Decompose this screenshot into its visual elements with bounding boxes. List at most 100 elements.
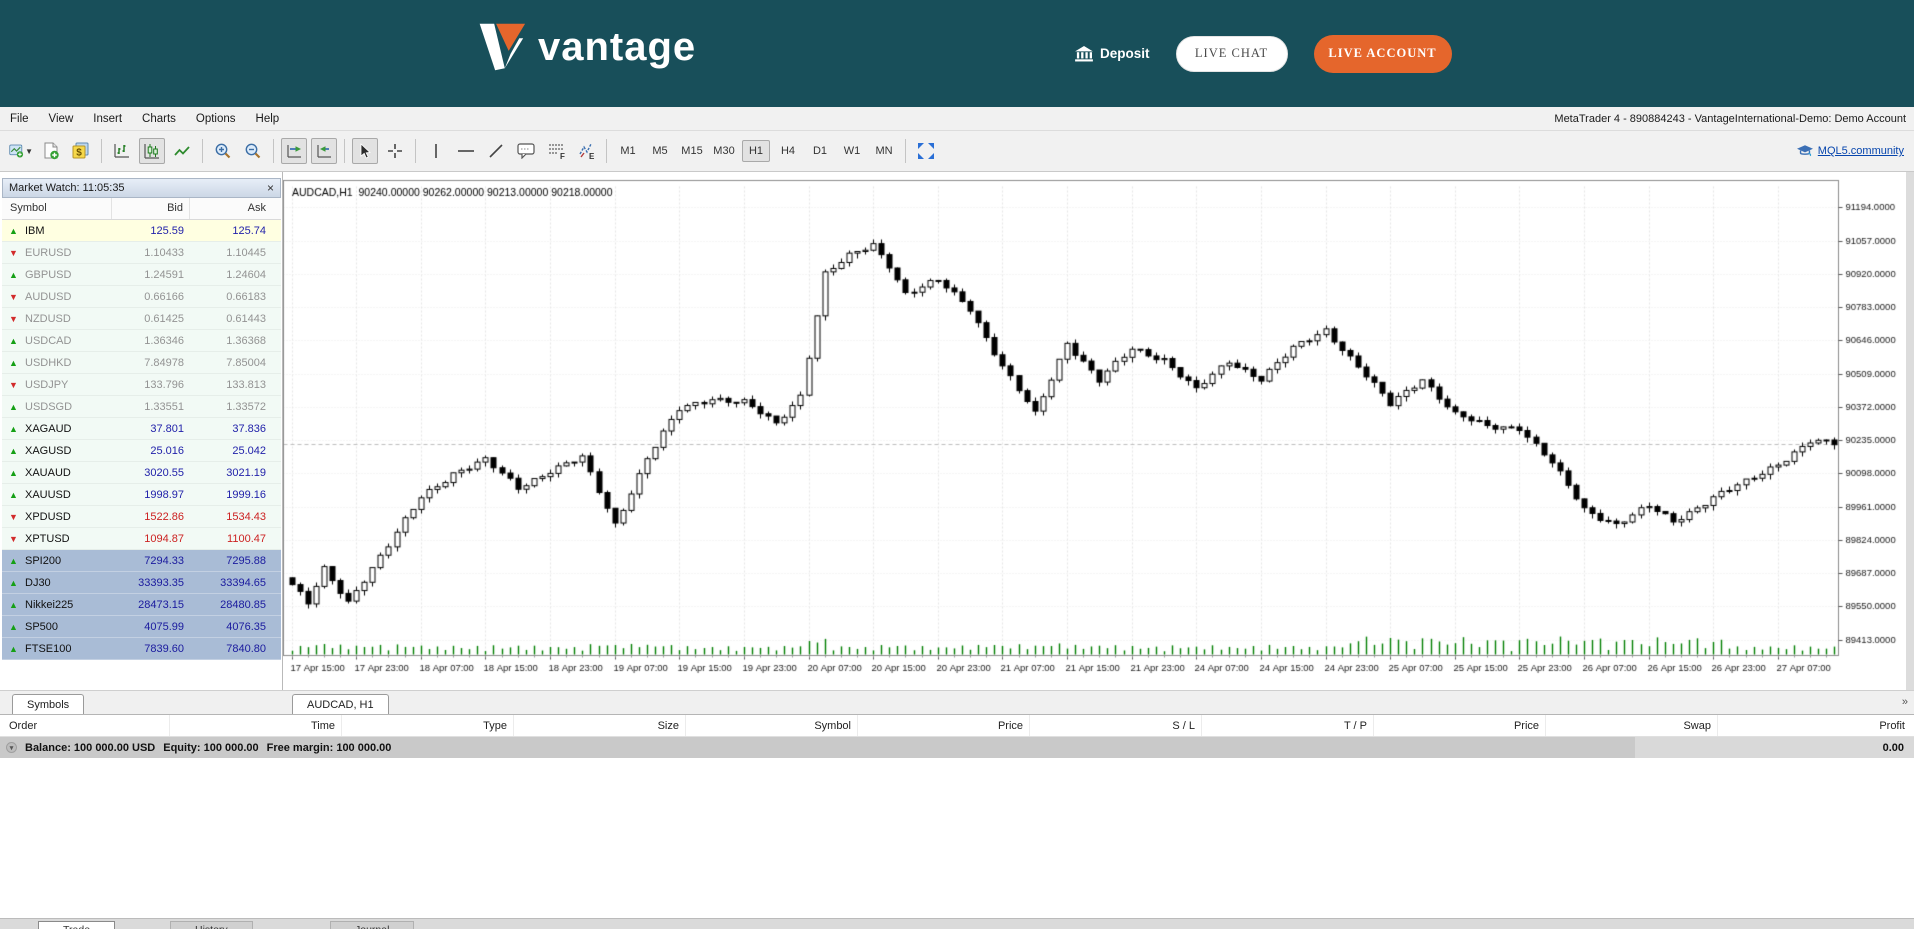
market-watch-icon[interactable]: $ (68, 138, 94, 164)
bid-value: 1.33551 (112, 401, 190, 413)
live-account-button[interactable]: LIVE ACCOUNT (1314, 35, 1452, 73)
ask-value: 0.66183 (190, 291, 274, 303)
market-watch-row-spi200[interactable]: ▲SPI2007294.337295.88 (2, 550, 281, 572)
market-watch-row-usdjpy[interactable]: ▼USDJPY133.796133.813 (2, 374, 281, 396)
menu-file[interactable]: File (0, 113, 39, 125)
terminal-column-time[interactable]: Time (170, 715, 342, 736)
price-chart[interactable] (283, 174, 1906, 690)
timeframe-mn[interactable]: MN (870, 140, 898, 162)
market-watch-row-nikkei225[interactable]: ▲Nikkei22528473.1528480.85 (2, 594, 281, 616)
arrow-down-icon: ▼ (9, 248, 19, 258)
equity-value: Equity: 100 000.00 (163, 742, 258, 754)
market-watch-row-nzdusd[interactable]: ▼NZDUSD0.614250.61443 (2, 308, 281, 330)
market-watch-row-ftse100[interactable]: ▲FTSE1007839.607840.80 (2, 638, 281, 660)
tab-chart-audcad-h1[interactable]: AUDCAD, H1 (292, 694, 389, 714)
ask-value: 125.74 (190, 225, 274, 237)
zoom-in-icon[interactable] (210, 138, 236, 164)
market-watch-row-gbpusd[interactable]: ▲GBPUSD1.245911.24604 (2, 264, 281, 286)
terminal-column-price[interactable]: Price (858, 715, 1030, 736)
auto-scroll-icon[interactable] (281, 138, 307, 164)
market-watch-row-ibm[interactable]: ▲IBM125.59125.74 (2, 220, 281, 242)
tab-journal[interactable]: Journal (330, 921, 414, 929)
close-icon[interactable]: × (267, 182, 274, 194)
ask-value: 1.33572 (190, 401, 274, 413)
tab-trade[interactable]: Trade (38, 921, 115, 929)
market-watch-row-xptusd[interactable]: ▼XPTUSD1094.871100.47 (2, 528, 281, 550)
terminal-column-size[interactable]: Size (514, 715, 686, 736)
new-order-icon[interactable] (38, 138, 64, 164)
terminal-column-price[interactable]: Price (1374, 715, 1546, 736)
market-watch-row-xagaud[interactable]: ▲XAGAUD37.80137.836 (2, 418, 281, 440)
timeframe-m15[interactable]: M15 (678, 140, 706, 162)
deposit-button[interactable]: Deposit (1075, 46, 1150, 62)
timeframe-m5[interactable]: M5 (646, 140, 674, 162)
terminal-column-symbol[interactable]: Symbol (686, 715, 858, 736)
tab-history[interactable]: History (170, 921, 253, 929)
terminal-column-t-p[interactable]: T / P (1202, 715, 1374, 736)
terminal-column-s-l[interactable]: S / L (1030, 715, 1202, 736)
vertical-line-icon[interactable] (423, 138, 449, 164)
candlestick-icon[interactable] (139, 138, 165, 164)
market-watch-row-xauusd[interactable]: ▲XAUUSD1998.971999.16 (2, 484, 281, 506)
bar-chart-icon[interactable] (109, 138, 135, 164)
timeframe-m30[interactable]: M30 (710, 140, 738, 162)
menu-options[interactable]: Options (186, 113, 246, 125)
trend-line-icon[interactable] (483, 138, 509, 164)
fullscreen-icon[interactable] (913, 138, 939, 164)
text-label-icon[interactable] (513, 138, 539, 164)
new-chart-icon[interactable]: ▼ (8, 138, 34, 164)
menu-help[interactable]: Help (246, 113, 290, 125)
arrow-down-icon: ▼ (9, 534, 19, 544)
symbol-name: Nikkei225 (25, 599, 73, 611)
column-bid[interactable]: Bid (112, 198, 190, 219)
market-watch-row-xagusd[interactable]: ▲XAGUSD25.01625.042 (2, 440, 281, 462)
column-symbol[interactable]: Symbol (2, 198, 112, 219)
ask-value: 4076.35 (190, 621, 274, 633)
arrow-up-icon: ▲ (9, 446, 19, 456)
market-watch-row-dj30[interactable]: ▲DJ3033393.3533394.65 (2, 572, 281, 594)
timeframe-m1[interactable]: M1 (614, 140, 642, 162)
more-windows-icon[interactable]: » (1902, 696, 1908, 708)
zoom-out-icon[interactable] (240, 138, 266, 164)
bid-value: 1522.86 (112, 511, 190, 523)
market-watch-row-usdcad[interactable]: ▲USDCAD1.363461.36368 (2, 330, 281, 352)
market-watch-row-sp500[interactable]: ▲SP5004075.994076.35 (2, 616, 281, 638)
timeframe-d1[interactable]: D1 (806, 140, 834, 162)
terminal-column-type[interactable]: Type (342, 715, 514, 736)
market-watch-row-usdsgd[interactable]: ▲USDSGD1.335511.33572 (2, 396, 281, 418)
arrow-up-icon: ▲ (9, 358, 19, 368)
market-watch-row-usdhkd[interactable]: ▲USDHKD7.849787.85004 (2, 352, 281, 374)
ask-value: 7295.88 (190, 555, 274, 567)
terminal-column-order[interactable]: Order (0, 715, 170, 736)
mql5-community-link[interactable]: MQL5.community (1797, 145, 1904, 157)
menu-bar: FileViewInsertChartsOptionsHelp MetaTrad… (0, 107, 1914, 131)
market-watch-row-xauaud[interactable]: ▲XAUAUD3020.553021.19 (2, 462, 281, 484)
line-chart-icon[interactable] (169, 138, 195, 164)
horizontal-line-icon[interactable] (453, 138, 479, 164)
market-watch-row-eurusd[interactable]: ▼EURUSD1.104331.10445 (2, 242, 281, 264)
menu-insert[interactable]: Insert (83, 113, 132, 125)
tab-symbols[interactable]: Symbols (12, 694, 84, 714)
terminal-tab-bar: Trade History Journal (0, 918, 1914, 929)
terminal-column-profit[interactable]: Profit (1718, 715, 1914, 736)
menu-view[interactable]: View (39, 113, 84, 125)
fibonacci-icon[interactable]: F (543, 138, 569, 164)
market-watch-row-xpdusd[interactable]: ▼XPDUSD1522.861534.43 (2, 506, 281, 528)
balance-expander-icon[interactable]: ▾ (6, 742, 17, 753)
toolbar-separator (344, 139, 345, 163)
chart-right-edge (1906, 172, 1914, 690)
account-title: MetaTrader 4 - 890884243 - VantageIntern… (1554, 113, 1906, 125)
market-watch-caption: Market Watch: 11:05:35 × (2, 178, 281, 198)
indicators-icon[interactable]: E (573, 138, 599, 164)
chart-shift-icon[interactable] (311, 138, 337, 164)
live-chat-button[interactable]: LIVE CHAT (1176, 36, 1288, 72)
terminal-column-swap[interactable]: Swap (1546, 715, 1718, 736)
timeframe-w1[interactable]: W1 (838, 140, 866, 162)
column-ask[interactable]: Ask (190, 198, 274, 219)
menu-charts[interactable]: Charts (132, 113, 186, 125)
market-watch-row-audusd[interactable]: ▼AUDUSD0.661660.66183 (2, 286, 281, 308)
cursor-icon[interactable] (352, 138, 378, 164)
crosshair-icon[interactable] (382, 138, 408, 164)
timeframe-h1[interactable]: H1 (742, 140, 770, 162)
timeframe-h4[interactable]: H4 (774, 140, 802, 162)
